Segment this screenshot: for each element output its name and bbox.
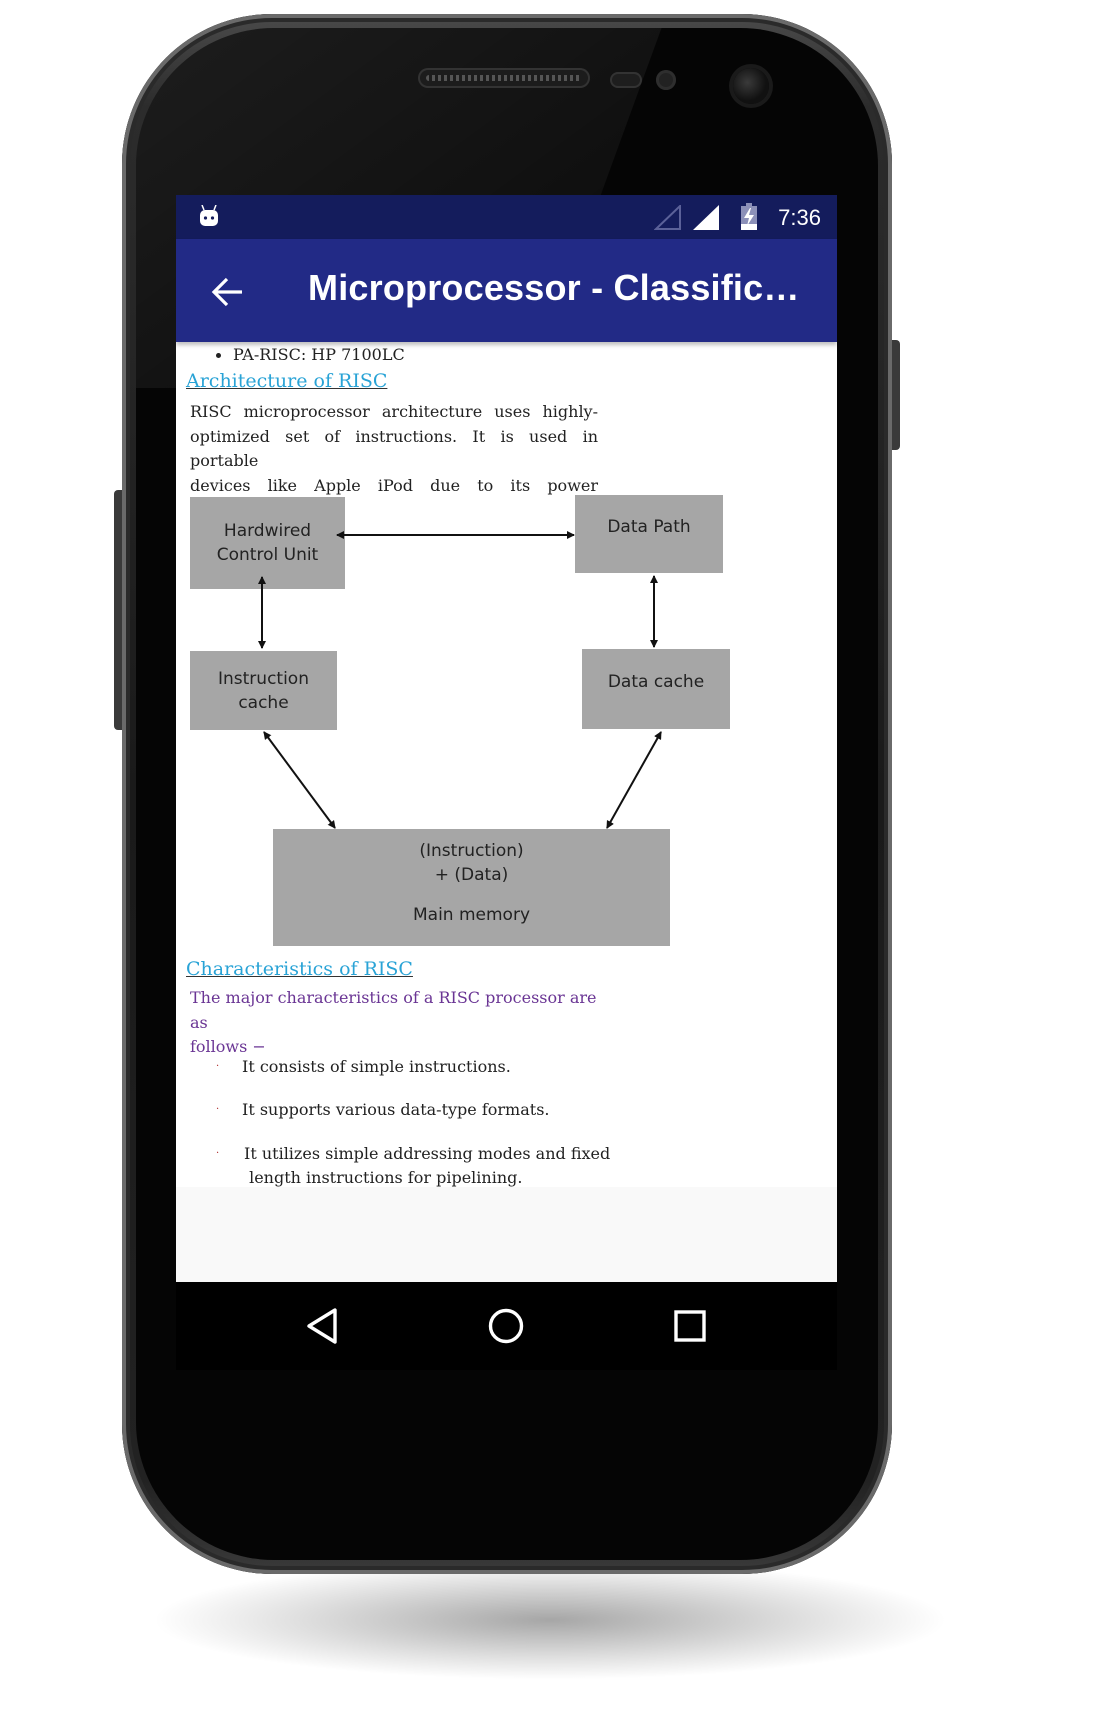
diagram-box-control-unit: Hardwired Control Unit [190,497,345,589]
paragraph-line: RISC microprocessor architecture uses hi… [190,402,598,421]
page-title: Microprocessor - Classifica... [308,267,808,308]
signal-full-icon [693,205,719,230]
front-camera [733,68,769,104]
arrow-dcache-to-memory [606,731,662,829]
box-label: Data cache [607,672,705,692]
phone-shadow [150,1560,950,1680]
characteristics-intro: The major characteristics of a RISC proc… [190,986,598,1060]
android-notification-icon [200,205,218,226]
arrow-left-icon [211,277,242,307]
box-label: cache [238,692,289,713]
list-item-text: It consists of simple instructions. [242,1057,511,1076]
nav-recents-button[interactable] [668,1304,712,1348]
list-item-line: It utilizes simple addressing modes and … [244,1144,611,1163]
nav-home-button[interactable] [484,1304,528,1348]
paragraph-line: The major characteristics of a RISC proc… [190,988,597,1032]
list-item: PA-RISC: HP 7100LC [216,345,405,364]
architecture-heading-link[interactable]: Architecture of RISC [186,370,387,392]
article-content[interactable]: PA-RISC: HP 7100LC Architecture of RISC … [176,342,837,1187]
circle-home-icon [488,1308,524,1344]
battery-charging-icon [741,203,757,230]
box-label: + (Data) [434,865,509,885]
list-item-text: It utilizes simple addressing modes and … [244,1142,624,1187]
light-sensor [656,70,676,90]
paragraph-line: optimized set of instructions. It is use… [190,426,598,471]
arrow-icache-to-memory [263,731,336,829]
proximity-sensor [610,72,642,88]
characteristics-heading-link[interactable]: Characteristics of RISC [186,958,413,980]
box-label: Instruction [218,668,309,689]
list-item-text: It supports various data-type formats. [242,1100,550,1119]
back-button[interactable] [198,269,258,315]
box-label: Control Unit [216,545,319,565]
navigation-bar [176,1282,837,1370]
signal-empty-icon [654,205,681,230]
nav-back-button[interactable] [300,1304,344,1348]
status-time: 7:36 [778,205,821,230]
box-label: Hardwired [223,521,312,541]
status-bar: 7:36 [176,195,837,239]
earpiece-speaker [418,68,590,88]
box-label: (Instruction) [419,841,524,861]
bullet-marker: · [216,1061,220,1072]
bullet-dot [216,353,221,358]
list-item-text: PA-RISC: HP 7100LC [233,345,405,364]
app-bar: Microprocessor - Classifica... [176,239,837,342]
phone-screen: 7:36 Microprocessor - Classifica... PA-R… [176,195,837,1370]
box-label: Main memory [412,905,531,925]
diagram-box-data-path: Data Path [575,495,723,573]
diagram-box-instruction-cache: Instruction cache [190,651,337,730]
list-item-line: length instructions for pipelining. [244,1168,523,1187]
diagram-box-data-cache: Data cache [582,649,730,729]
diagram-box-main-memory: (Instruction) + (Data) Main memory [273,829,670,946]
box-label: Data Path [607,517,691,537]
bullet-marker: · [216,1104,220,1115]
triangle-back-icon [307,1308,337,1344]
empty-area [176,1187,837,1282]
square-recents-icon [674,1310,706,1342]
bullet-marker: · [216,1148,220,1159]
